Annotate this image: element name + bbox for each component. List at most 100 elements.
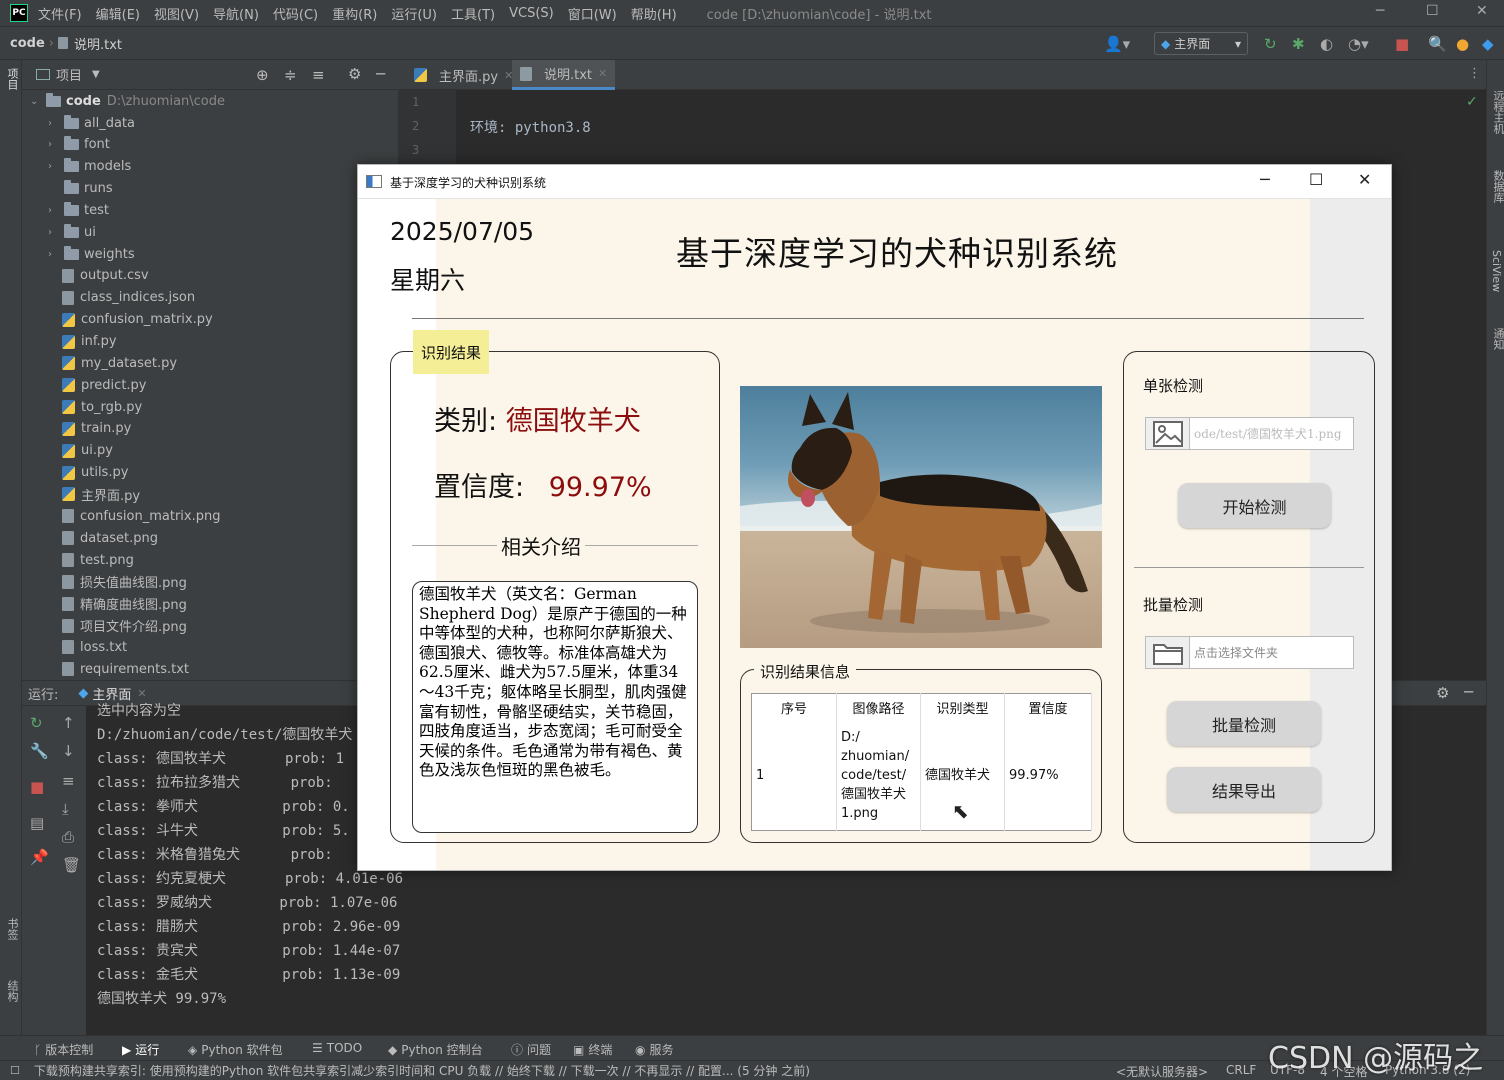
jetbrains-icon[interactable]: ◆: [1482, 35, 1494, 53]
tree-folder[interactable]: › weights: [48, 243, 135, 265]
tab-problems[interactable]: ⓘ 问题: [511, 1041, 551, 1058]
project-tool-tab[interactable]: 项目: [4, 68, 20, 90]
single-image-field[interactable]: ode/test/德国牧羊犬1.png: [1145, 417, 1354, 450]
bookmarks-tool-tab[interactable]: 书签: [4, 918, 20, 940]
tree-folder[interactable]: › ui: [48, 221, 96, 243]
start-detect-button[interactable]: 开始检测: [1178, 483, 1331, 528]
project-panel-title[interactable]: 项目: [56, 65, 82, 84]
menu-item[interactable]: 帮助(H): [631, 4, 677, 23]
result-table[interactable]: 序号 图像路径 识别类型 置信度 1 D:/ zhuomian/ code/test/ …: [751, 693, 1092, 831]
layout-icon[interactable]: ▤: [30, 814, 44, 832]
search-icon[interactable]: 🔍: [1428, 35, 1447, 53]
image-icon[interactable]: [1146, 418, 1190, 449]
tree-file[interactable]: 项目文件介绍.png: [48, 615, 187, 637]
minimize-icon[interactable]: ─: [1376, 3, 1384, 19]
layout-toggle-icon[interactable]: ☐: [10, 1064, 20, 1077]
tab-terminal[interactable]: ▣ 终端: [573, 1041, 612, 1058]
table-header-cell[interactable]: 识别类型: [920, 693, 1005, 722]
table-header-cell[interactable]: 序号: [751, 693, 837, 722]
tab-todo[interactable]: ☰ TODO: [312, 1041, 362, 1055]
hide-icon[interactable]: ─: [376, 65, 385, 83]
folder-icon[interactable]: [1146, 637, 1190, 668]
tree-file[interactable]: requirements.txt: [48, 658, 189, 680]
tree-file[interactable]: 损失值曲线图.png: [48, 571, 187, 593]
code-line[interactable]: 环境: python3.8: [470, 117, 591, 137]
batch-detect-button[interactable]: 批量检测: [1167, 701, 1321, 746]
tree-file[interactable]: train.py: [48, 418, 131, 440]
print-icon[interactable]: ⎙: [62, 828, 74, 846]
menu-item[interactable]: 运行(U): [391, 4, 437, 23]
status-message[interactable]: 下载预构建共享索引: 使用预构建的Python 软件包共享索引减少索引时间和 C…: [34, 1062, 1094, 1079]
remote-host-tool-tab[interactable]: 远程主机: [1490, 90, 1504, 134]
tree-file[interactable]: inf.py: [48, 331, 117, 353]
rerun-icon[interactable]: ↻: [1264, 35, 1277, 53]
tree-folder[interactable]: › font: [48, 134, 110, 156]
chevron-right-icon[interactable]: ›: [48, 118, 64, 129]
tree-file[interactable]: loss.txt: [48, 636, 127, 658]
tree-file[interactable]: class_indices.json: [48, 287, 195, 309]
soft-wrap-icon[interactable]: ≡: [62, 772, 75, 790]
menu-item[interactable]: 文件(F): [38, 4, 82, 23]
close-icon[interactable]: ✕: [598, 67, 607, 80]
tree-file[interactable]: confusion_matrix.py: [48, 309, 213, 331]
menu-item[interactable]: 编辑(E): [96, 4, 140, 23]
tab-main-py[interactable]: 主界面.py ✕: [406, 60, 521, 90]
close-icon[interactable]: ✕: [137, 687, 146, 700]
pin-icon[interactable]: 📌: [30, 848, 49, 866]
maximize-icon[interactable]: ☐: [1426, 3, 1439, 19]
tree-file[interactable]: 精确度曲线图.png: [48, 593, 187, 615]
table-row[interactable]: 1 D:/ zhuomian/ code/test/ 德国牧羊犬 1.png 德国牧…: [751, 721, 1092, 831]
locate-icon[interactable]: ⊕: [256, 66, 269, 84]
tab-readme-txt[interactable]: 说明.txt ✕: [512, 60, 616, 90]
more-icon[interactable]: ⋮: [1468, 66, 1481, 81]
export-results-button[interactable]: 结果导出: [1167, 767, 1321, 812]
close-icon[interactable]: ✕: [1358, 170, 1371, 189]
menu-item[interactable]: 视图(V): [154, 4, 199, 23]
breadcrumb-file[interactable]: 说明.txt: [74, 34, 122, 53]
trash-icon[interactable]: 🗑: [62, 856, 81, 874]
minimize-icon[interactable]: ─: [1260, 170, 1270, 189]
tree-folder[interactable]: › all_data: [48, 112, 135, 134]
breadcrumb-root[interactable]: code: [10, 36, 45, 51]
debug-icon[interactable]: ✱: [1292, 35, 1305, 53]
sciview-tool-tab[interactable]: SciView: [1490, 250, 1503, 292]
coverage-icon[interactable]: ◐: [1320, 35, 1333, 53]
tab-services[interactable]: ◉ 服务: [635, 1041, 674, 1058]
wrench-icon[interactable]: 🔧: [30, 742, 49, 760]
run-config-select[interactable]: ◆ 主界面 ▾: [1154, 32, 1248, 55]
tree-root[interactable]: ⌄ code D:\zhuomian\code: [30, 90, 225, 112]
intro-text[interactable]: 德国牧羊犬（英文名：German Shepherd Dog）是原产于德国的一种中…: [412, 581, 698, 833]
table-header-cell[interactable]: 图像路径: [836, 693, 921, 722]
tab-vcs[interactable]: ᚴ 版本控制: [34, 1041, 93, 1058]
stop-icon[interactable]: ■: [1395, 35, 1409, 53]
chevron-right-icon[interactable]: ›: [48, 161, 64, 172]
status-server[interactable]: <无默认服务器>: [1116, 1063, 1208, 1080]
gear-icon[interactable]: ⚙: [348, 65, 361, 83]
tree-file[interactable]: to_rgb.py: [48, 396, 142, 418]
menu-item[interactable]: 重构(R): [332, 4, 377, 23]
scroll-to-end-icon[interactable]: ⤓: [62, 800, 69, 818]
rerun-icon[interactable]: ↻: [30, 714, 43, 732]
tree-folder[interactable]: runs: [48, 178, 113, 200]
tree-file[interactable]: my_dataset.py: [48, 352, 177, 374]
tree-file[interactable]: test.png: [48, 549, 134, 571]
hide-icon[interactable]: ─: [1464, 683, 1473, 701]
close-icon[interactable]: ✕: [1476, 3, 1488, 19]
maximize-icon[interactable]: ☐: [1309, 170, 1323, 189]
tab-python-packages[interactable]: ◈ Python 软件包: [188, 1041, 283, 1058]
tab-run[interactable]: ▶ 运行: [122, 1041, 159, 1058]
tree-file[interactable]: confusion_matrix.png: [48, 505, 221, 527]
tree-file[interactable]: output.csv: [48, 265, 149, 287]
notifications-tool-tab[interactable]: 通知: [1490, 328, 1504, 350]
expand-all-icon[interactable]: ≑: [284, 66, 297, 84]
chevron-right-icon[interactable]: ›: [48, 205, 64, 216]
gear-icon[interactable]: ⚙: [1436, 684, 1449, 702]
chevron-down-icon[interactable]: ▼: [92, 69, 100, 80]
menu-item[interactable]: 窗口(W): [568, 4, 617, 23]
chevron-right-icon[interactable]: ›: [48, 249, 64, 260]
update-icon[interactable]: ●: [1456, 35, 1469, 53]
status-line-separator[interactable]: CRLF: [1226, 1063, 1256, 1077]
menu-item[interactable]: 导航(N): [213, 4, 259, 23]
tree-file[interactable]: predict.py: [48, 374, 147, 396]
profile-icon[interactable]: ◔▾: [1348, 35, 1369, 53]
